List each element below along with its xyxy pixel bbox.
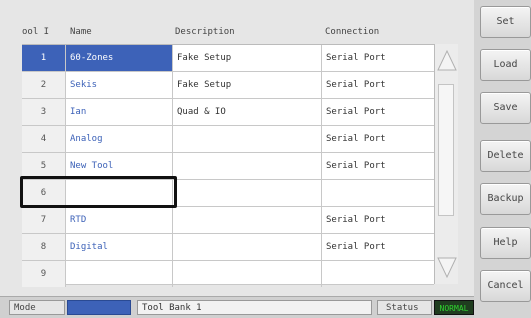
row-number: 1 (22, 45, 66, 71)
status-label: Status (377, 300, 432, 315)
tool-description (173, 153, 322, 179)
mode-indicator (67, 300, 131, 315)
tool-name: 60-Zones (66, 45, 173, 71)
table-row[interactable]: 2 Sekis Fake Setup Serial Port (22, 72, 434, 99)
table-row[interactable]: 8 Digital Serial Port (22, 234, 434, 261)
tool-name: Digital (66, 234, 173, 260)
tool-description (173, 207, 322, 233)
table-row[interactable]: 7 RTD Serial Port (22, 207, 434, 234)
main-panel: ool I Name Description Connection 1 60-Z… (0, 0, 474, 296)
tool-connection: Serial Port (326, 242, 386, 252)
tool-description (173, 126, 322, 152)
save-button[interactable]: Save (480, 92, 531, 124)
tool-name (66, 261, 173, 287)
selection-highlight-box (20, 176, 177, 208)
table-row[interactable]: 1 60-Zones Fake Setup Serial Port (22, 45, 434, 72)
tool-name: RTD (66, 207, 173, 233)
tool-name: Sekis (66, 72, 173, 98)
row-number: 2 (22, 72, 66, 98)
help-button[interactable]: Help (480, 227, 531, 259)
row-number: 7 (22, 207, 66, 233)
tool-connection: Serial Port (326, 53, 386, 63)
tool-name: Ian (66, 99, 173, 125)
tool-description (173, 261, 322, 287)
tool-description: Fake Setup (173, 72, 322, 98)
row-number: 4 (22, 126, 66, 152)
col-header-tool-id[interactable]: ool I (22, 25, 49, 39)
mode-label: Mode (9, 300, 65, 315)
backup-button[interactable]: Backup (480, 183, 531, 215)
tool-description: Fake Setup (173, 45, 322, 71)
load-button[interactable]: Load (480, 49, 531, 81)
tool-bank-field: Tool Bank 1 (137, 300, 372, 315)
cancel-button[interactable]: Cancel (480, 270, 531, 302)
tool-name: Analog (66, 126, 173, 152)
table-row[interactable]: 3 Ian Quad & IO Serial Port (22, 99, 434, 126)
tool-description: Quad & IO (173, 99, 322, 125)
row-number: 8 (22, 234, 66, 260)
tool-connection: Serial Port (326, 134, 386, 144)
set-button[interactable]: Set (480, 6, 531, 38)
scrollbar-thumb[interactable] (438, 84, 454, 216)
status-bar: Mode Tool Bank 1 Status NORMAL (0, 296, 474, 318)
tool-connection: Serial Port (326, 215, 386, 225)
scroll-down-arrow-icon[interactable] (437, 256, 457, 280)
row-number: 9 (22, 261, 66, 287)
col-header-connection[interactable]: Connection (325, 25, 379, 39)
scroll-up-arrow-icon[interactable] (437, 48, 457, 72)
tool-connection: Serial Port (326, 107, 386, 117)
status-indicator: NORMAL (434, 300, 474, 315)
table-row[interactable]: 4 Analog Serial Port (22, 126, 434, 153)
col-header-name[interactable]: Name (70, 25, 92, 39)
col-header-description[interactable]: Description (175, 25, 235, 39)
tool-connection (322, 261, 434, 287)
table-row[interactable]: 9 (22, 261, 434, 287)
delete-button[interactable]: Delete (480, 140, 531, 172)
table-scrollbar[interactable] (434, 44, 458, 284)
tool-table: 1 60-Zones Fake Setup Serial Port 2 Seki… (22, 44, 434, 287)
tool-connection: Serial Port (326, 80, 386, 90)
tool-connection (322, 180, 434, 206)
tool-description (173, 180, 322, 206)
row-number: 3 (22, 99, 66, 125)
tool-connection: Serial Port (326, 161, 386, 171)
tool-description (173, 234, 322, 260)
